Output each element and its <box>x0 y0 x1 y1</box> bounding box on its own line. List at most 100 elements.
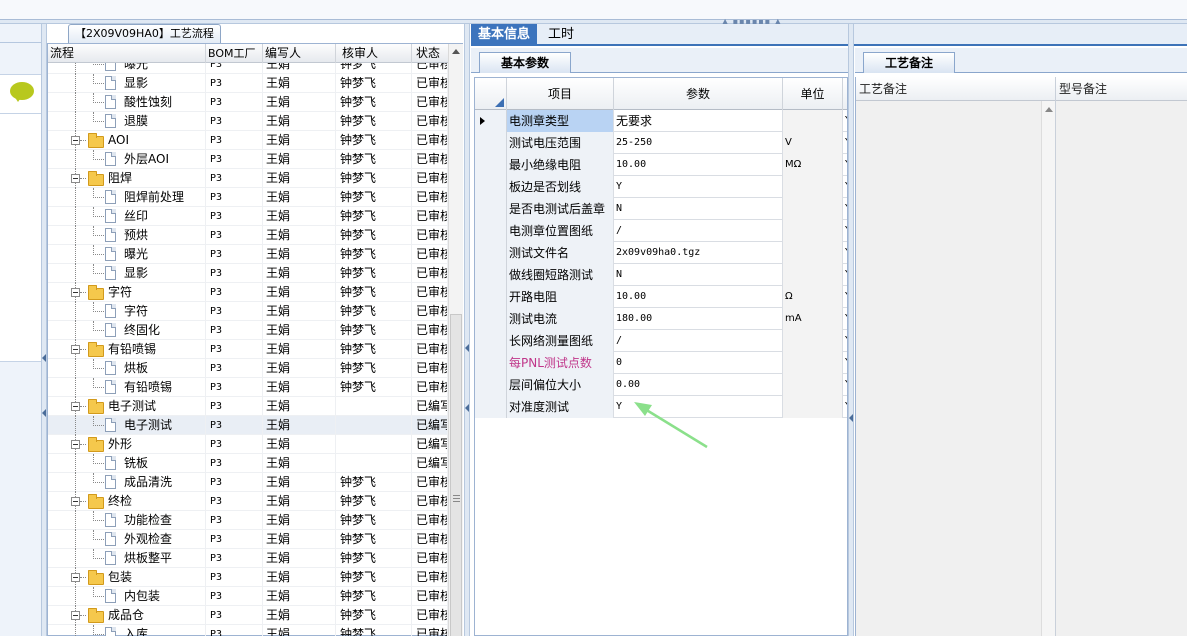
param-unit[interactable] <box>783 352 843 374</box>
collapse-node-icon[interactable] <box>71 136 80 145</box>
collapse-left-icon[interactable] <box>42 354 46 362</box>
tree-row[interactable]: 阻焊前处理P3王娟钟梦飞已审核 <box>48 188 448 207</box>
col-header-param[interactable]: 参数 <box>614 78 783 110</box>
right-vertical-splitter[interactable] <box>848 24 854 636</box>
param-row[interactable]: 电测章类型无要求Y <box>475 110 847 132</box>
process-notes-text[interactable] <box>856 101 1055 636</box>
collapse-right-icon[interactable] <box>849 414 853 422</box>
tree-row[interactable]: 烘板整平P3王娟钟梦飞已审核 <box>48 549 448 568</box>
tree-row[interactable]: 电子测试P3王娟 已编写 <box>48 416 448 435</box>
param-unit[interactable] <box>783 374 843 396</box>
param-value[interactable]: 2x09v09ha0.tgz <box>614 242 783 264</box>
notes-scroll-up-icon[interactable] <box>1045 107 1053 112</box>
tab-work-hours[interactable]: 工时 <box>541 24 581 46</box>
tree-row[interactable]: 内包装P3王娟钟梦飞已审核 <box>48 587 448 606</box>
scroll-up-icon[interactable] <box>452 49 460 54</box>
row-header[interactable] <box>475 352 507 374</box>
tree-row[interactable]: 功能检查P3王娟钟梦飞已审核 <box>48 511 448 530</box>
tree-row[interactable]: AOIP3王娟钟梦飞已审核 <box>48 131 448 150</box>
tree-row[interactable]: 有铅喷锡P3王娟钟梦飞已审核 <box>48 340 448 359</box>
param-row[interactable]: 测试文件名2x09v09ha0.tgzY <box>475 242 847 264</box>
collapse-node-icon[interactable] <box>71 288 80 297</box>
row-header[interactable] <box>475 286 507 308</box>
tree-row[interactable]: 有铅喷锡P3王娟钟梦飞已审核 <box>48 378 448 397</box>
param-unit[interactable]: V <box>783 132 843 154</box>
param-row[interactable]: 最小绝缘电阻10.00MΩY <box>475 154 847 176</box>
row-header[interactable] <box>475 176 507 198</box>
param-unit[interactable]: mA <box>783 308 843 330</box>
row-header[interactable] <box>475 330 507 352</box>
tree-row[interactable]: 曝光P3王娟钟梦飞已审核 <box>48 245 448 264</box>
collapse-node-icon[interactable] <box>71 402 80 411</box>
tree-row[interactable]: 铣板P3王娟 已编写 <box>48 454 448 473</box>
param-unit[interactable] <box>783 110 843 132</box>
param-row[interactable]: 测试电流180.00mAY <box>475 308 847 330</box>
param-value[interactable]: 180.00 <box>614 308 783 330</box>
scroll-thumb[interactable] <box>450 314 462 636</box>
tree-row[interactable]: 字符P3王娟钟梦飞已审核 <box>48 302 448 321</box>
param-item[interactable]: 电测章位置图纸 <box>507 220 614 242</box>
param-unit[interactable]: MΩ <box>783 154 843 176</box>
param-row[interactable]: 板边是否划线YY <box>475 176 847 198</box>
param-value[interactable]: 无要求 <box>614 110 783 132</box>
param-unit[interactable] <box>783 396 843 418</box>
param-value[interactable]: 10.00 <box>614 154 783 176</box>
tree-row[interactable]: 预烘P3王娟钟梦飞已审核 <box>48 226 448 245</box>
row-header[interactable] <box>475 154 507 176</box>
param-unit[interactable]: Ω <box>783 286 843 308</box>
param-row[interactable]: 开路电阻10.00ΩY <box>475 286 847 308</box>
tree-row[interactable]: 电子测试P3王娟 已编写 <box>48 397 448 416</box>
collapse-left-icon-2[interactable] <box>42 409 46 417</box>
param-row[interactable]: 层间偏位大小0.00Y <box>475 374 847 396</box>
tree-row[interactable]: 退膜P3王娟钟梦飞已审核 <box>48 112 448 131</box>
tree-row[interactable]: 终固化P3王娟钟梦飞已审核 <box>48 321 448 340</box>
param-row[interactable]: 电测章位置图纸/Y <box>475 220 847 242</box>
row-header[interactable] <box>475 308 507 330</box>
param-item[interactable]: 板边是否划线 <box>507 176 614 198</box>
param-value[interactable]: 0.00 <box>614 374 783 396</box>
tree-row[interactable]: 终检P3王娟钟梦飞已审核 <box>48 492 448 511</box>
tree-row[interactable]: 字符P3王娟钟梦飞已审核 <box>48 283 448 302</box>
param-item[interactable]: 是否电测试后盖章 <box>507 198 614 220</box>
collapse-node-icon[interactable] <box>71 345 80 354</box>
tab-basic-params[interactable]: 基本参数 <box>479 52 571 73</box>
tree-row[interactable]: 显影P3王娟钟梦飞已审核 <box>48 74 448 93</box>
tree-row[interactable]: 外形P3王娟 已编写 <box>48 435 448 454</box>
tree-row[interactable]: 外观检查P3王娟钟梦飞已审核 <box>48 530 448 549</box>
collapse-node-icon[interactable] <box>71 497 80 506</box>
row-header[interactable] <box>475 396 507 418</box>
param-row[interactable]: 每PNL测试点数0Y <box>475 352 847 374</box>
tree-row[interactable]: 酸性蚀刻P3王娟钟梦飞已审核 <box>48 93 448 112</box>
tree-row[interactable]: 显影P3王娟钟梦飞已审核 <box>48 264 448 283</box>
col-header-reviewer[interactable]: 核审人 <box>336 44 412 63</box>
chat-button[interactable] <box>0 74 41 114</box>
param-unit[interactable] <box>783 176 843 198</box>
collapse-tree-icon-2[interactable] <box>465 404 469 412</box>
param-item[interactable]: 测试文件名 <box>507 242 614 264</box>
param-unit[interactable] <box>783 198 843 220</box>
param-row[interactable]: 对准度测试YY <box>475 396 847 418</box>
grid-corner[interactable] <box>475 78 507 110</box>
param-row[interactable]: 长网络测量图纸/Y <box>475 330 847 352</box>
collapse-node-icon[interactable] <box>71 611 80 620</box>
col-header-bom[interactable]: BOM工厂 <box>206 44 263 63</box>
tree-row[interactable]: 成品清洗P3王娟钟梦飞已审核 <box>48 473 448 492</box>
collapse-node-icon[interactable] <box>71 573 80 582</box>
col-header-flow[interactable]: 流程 <box>48 44 206 63</box>
param-item[interactable]: 电测章类型 <box>507 110 614 132</box>
param-item[interactable]: 开路电阻 <box>507 286 614 308</box>
tab-basic-info[interactable]: 基本信息 <box>471 24 538 46</box>
tree-row[interactable]: 外层AOIP3王娟钟梦飞已审核 <box>48 150 448 169</box>
tree-row[interactable]: 阻焊P3王娟钟梦飞已审核 <box>48 169 448 188</box>
col-header-status[interactable]: 状态 <box>412 44 448 63</box>
model-notes-text[interactable] <box>1056 101 1187 636</box>
col-header-item[interactable]: 项目 <box>507 78 614 110</box>
collapse-tree-icon[interactable] <box>465 344 469 352</box>
tree-scrollbar[interactable] <box>448 44 463 636</box>
param-value[interactable]: Y <box>614 396 783 418</box>
param-unit[interactable] <box>783 220 843 242</box>
collapse-node-icon[interactable] <box>71 440 80 449</box>
tree-row[interactable]: 烘板P3王娟钟梦飞已审核 <box>48 359 448 378</box>
param-value[interactable]: Y <box>614 176 783 198</box>
notes-scrollbar[interactable] <box>1041 101 1055 636</box>
